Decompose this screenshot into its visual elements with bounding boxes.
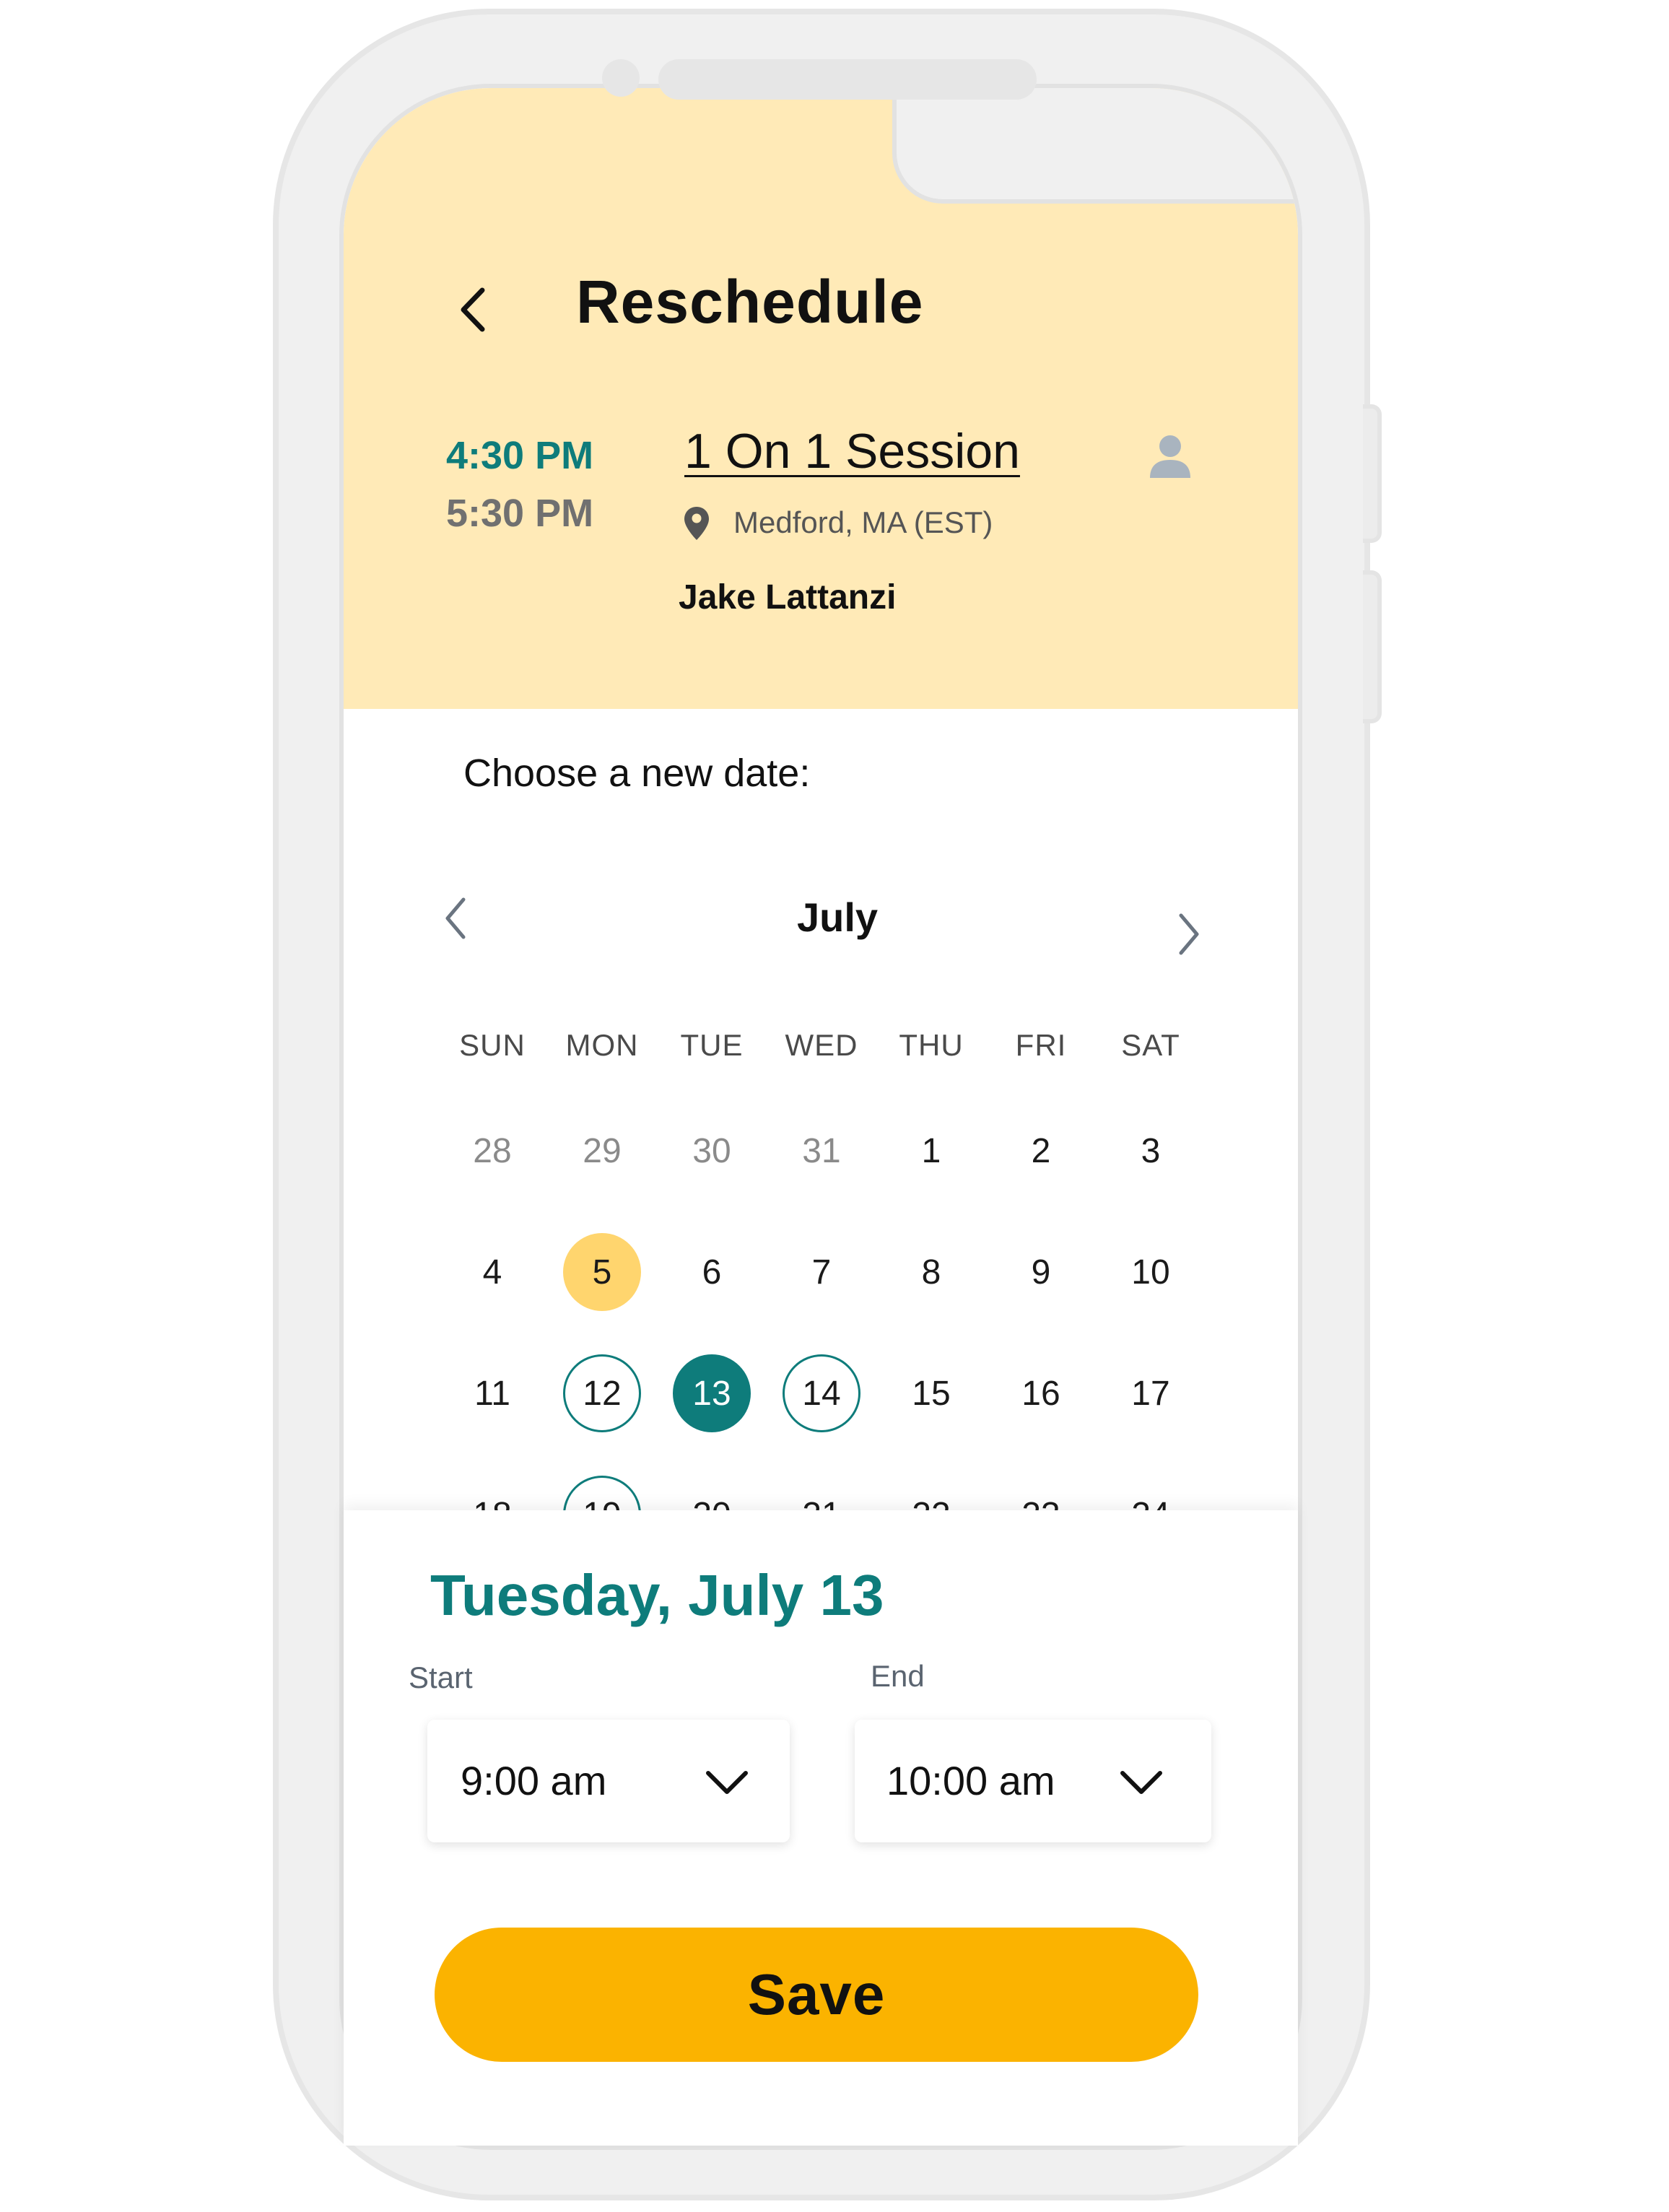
save-button[interactable]: Save <box>435 1928 1198 2062</box>
selected-date-heading: Tuesday, July 13 <box>430 1563 884 1627</box>
calendar-day[interactable]: 29 <box>563 1112 641 1190</box>
weekday-label: SUN <box>459 1028 526 1062</box>
end-time-label: End <box>871 1659 925 1693</box>
phone-side-button <box>1363 570 1382 723</box>
calendar-day[interactable]: 7 <box>783 1233 860 1311</box>
calendar-day[interactable]: 12 <box>563 1354 641 1432</box>
calendar-day[interactable]: 20 <box>673 1476 751 1511</box>
calendar-day[interactable]: 17 <box>1112 1354 1190 1432</box>
end-time: 5:30 PM <box>446 492 594 535</box>
calendar-day[interactable]: 22 <box>892 1476 970 1511</box>
camera-icon <box>602 59 640 97</box>
weekday-label: WED <box>785 1028 858 1062</box>
calendar-grid: 2829303112345678910111213141516171819202… <box>339 1112 1302 1510</box>
calendar-day[interactable]: 28 <box>453 1112 531 1190</box>
calendar-day[interactable]: 3 <box>1112 1112 1190 1190</box>
calendar-day[interactable]: 24 <box>1112 1476 1190 1511</box>
calendar-day[interactable]: 15 <box>892 1354 970 1432</box>
page-title: Reschedule <box>576 268 924 336</box>
calendar-day[interactable]: 9 <box>1002 1233 1080 1311</box>
chevron-left-icon[interactable] <box>440 895 471 941</box>
calendar-day[interactable]: 21 <box>783 1476 860 1511</box>
calendar-day[interactable]: 1 <box>892 1112 970 1190</box>
end-time-value: 10:00 am <box>886 1758 1055 1803</box>
chevron-down-icon <box>706 1771 748 1794</box>
calendar-day[interactable]: 18 <box>453 1476 531 1511</box>
phone-side-button <box>1363 404 1382 543</box>
person-icon[interactable] <box>1148 433 1193 479</box>
attendee-name: Jake Lattanzi <box>679 578 897 617</box>
weekday-label: SAT <box>1121 1028 1180 1062</box>
chevron-down-icon <box>1120 1771 1162 1794</box>
start-time-dropdown[interactable]: 9:00 am <box>427 1720 790 1842</box>
speaker-grille <box>658 59 1037 100</box>
calendar-day[interactable]: 4 <box>453 1233 531 1311</box>
chevron-right-icon[interactable] <box>1174 911 1204 957</box>
weekday-label: TUE <box>680 1028 744 1062</box>
date-prompt: Choose a new date: <box>463 752 811 795</box>
start-time-label: Start <box>409 1660 473 1694</box>
calendar-day[interactable]: 10 <box>1112 1233 1190 1311</box>
calendar-day[interactable]: 31 <box>783 1112 860 1190</box>
end-time-dropdown[interactable]: 10:00 am <box>855 1720 1211 1842</box>
calendar-day[interactable]: 2 <box>1002 1112 1080 1190</box>
month-label: July <box>796 894 879 940</box>
start-time-value: 9:00 am <box>461 1758 607 1803</box>
weekday-label: MON <box>565 1028 639 1062</box>
calendar-day[interactable]: 23 <box>1002 1476 1080 1511</box>
weekday-label: FRI <box>1015 1028 1067 1062</box>
location-text: Medford, MA (EST) <box>733 505 993 539</box>
calendar-day[interactable]: 14 <box>783 1354 860 1432</box>
start-time: 4:30 PM <box>446 434 594 477</box>
calendar-day[interactable]: 6 <box>673 1233 751 1311</box>
calendar-day[interactable]: 5 <box>563 1233 641 1311</box>
calendar-day[interactable]: 16 <box>1002 1354 1080 1432</box>
session-title-link[interactable]: 1 On 1 Session <box>684 423 1020 479</box>
calendar-day[interactable]: 8 <box>892 1233 970 1311</box>
chevron-left-icon[interactable] <box>455 284 491 335</box>
weekday-label: THU <box>899 1028 964 1062</box>
calendar-day[interactable]: 13 <box>673 1354 751 1432</box>
calendar-day[interactable]: 30 <box>673 1112 751 1190</box>
calendar-day[interactable]: 11 <box>453 1354 531 1432</box>
phone-notch <box>892 88 1298 204</box>
map-pin-icon <box>684 507 709 540</box>
calendar-day[interactable]: 19 <box>563 1476 641 1510</box>
